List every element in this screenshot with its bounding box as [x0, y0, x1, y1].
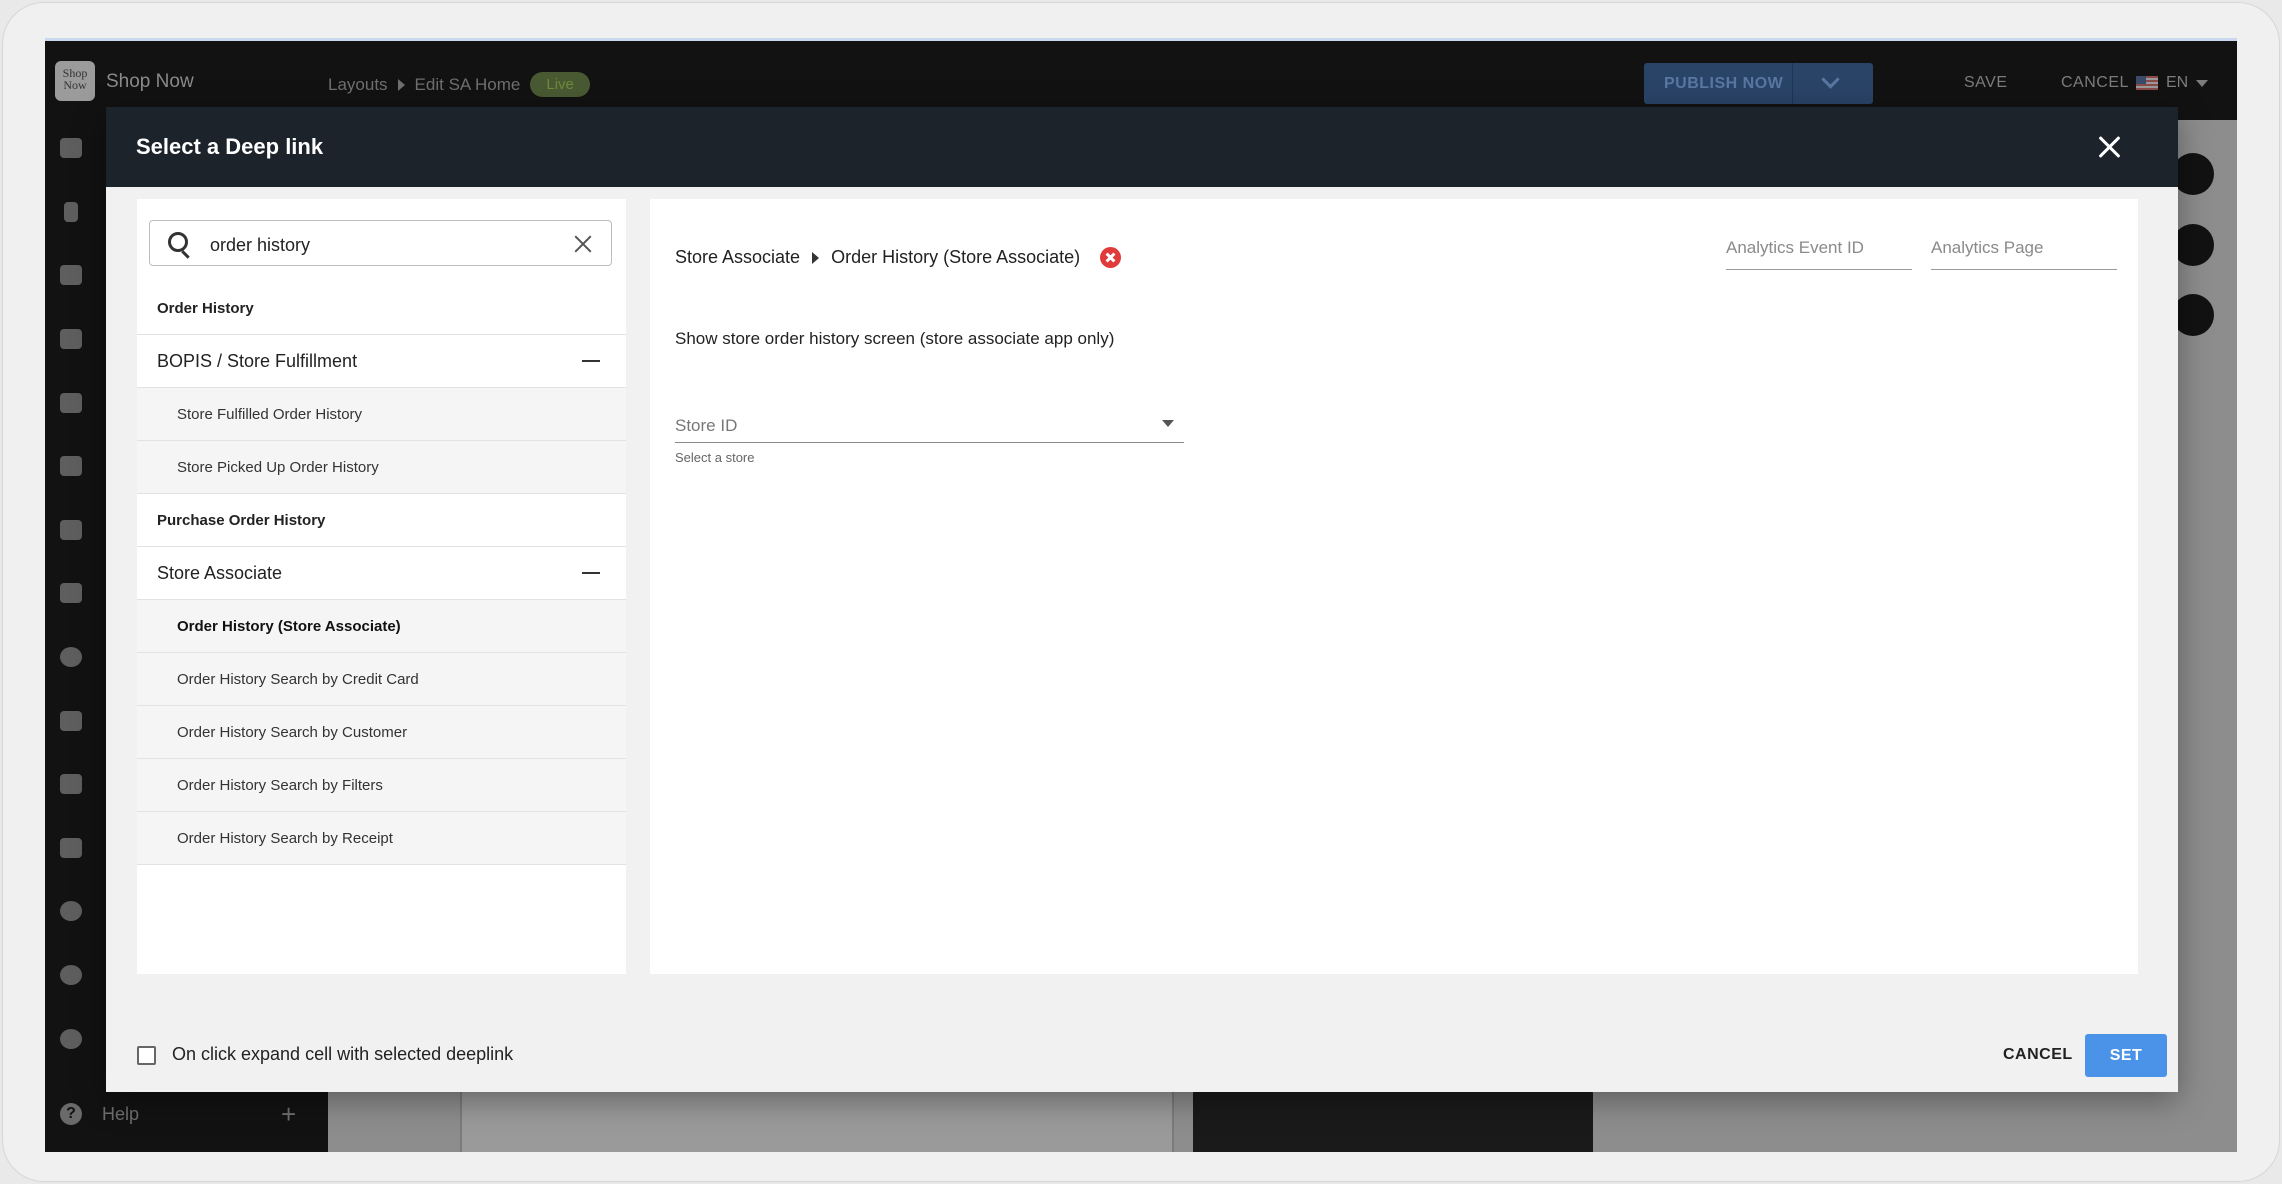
compass-icon[interactable] — [60, 965, 82, 985]
list-item[interactable]: Order History Search by Filters — [137, 759, 626, 812]
list-item-label: Order History Search by Customer — [177, 723, 408, 741]
language-selector[interactable]: EN — [2136, 74, 2209, 92]
help-link[interactable]: ? Help — [60, 1103, 139, 1125]
deep-link-list: Order History BOPIS / Store Fulfillment … — [137, 282, 626, 865]
basket-alt-icon[interactable] — [60, 583, 82, 603]
help-label: Help — [102, 1103, 140, 1124]
collapse-icon[interactable] — [582, 360, 600, 362]
breadcrumb: Layouts Edit SA Home Live — [328, 72, 590, 97]
set-button[interactable]: SET — [2085, 1034, 2167, 1077]
history-icon[interactable] — [60, 901, 82, 921]
grid-icon[interactable] — [60, 265, 82, 285]
deep-link-detail-panel: Store Associate Order History (Store Ass… — [650, 199, 2138, 974]
analytics-page-field[interactable]: Analytics Page — [1931, 233, 2117, 270]
dialog-title: Select a Deep link — [136, 134, 324, 159]
language-label: EN — [2166, 74, 2189, 91]
add-icon[interactable]: + — [281, 1101, 296, 1127]
help-icon: ? — [60, 1103, 82, 1125]
search-input[interactable] — [208, 234, 542, 257]
list-item[interactable]: Store Fulfilled Order History — [137, 388, 626, 441]
account-fab-icon[interactable] — [2172, 294, 2214, 336]
clear-search-icon[interactable] — [573, 234, 593, 254]
close-icon[interactable] — [2096, 133, 2124, 161]
cancel-button[interactable]: CANCEL — [2061, 74, 2129, 92]
analytics-event-id-placeholder: Analytics Event ID — [1726, 238, 1864, 257]
list-item-label: Order History (Store Associate) — [177, 617, 401, 635]
list-item-label: Order History — [157, 299, 254, 317]
store-id-helper-text: Select a store — [675, 450, 755, 465]
background-card — [460, 1088, 1174, 1152]
remove-selection-icon[interactable] — [1100, 247, 1122, 268]
dialog-cancel-button[interactable]: CANCEL — [2003, 1046, 2073, 1064]
desktop-icon[interactable] — [60, 138, 82, 158]
app-name: Shop Now — [106, 71, 194, 92]
deep-link-description: Show store order history screen (store a… — [675, 329, 1115, 348]
deep-link-dialog: Select a Deep link Order History BOPIS /… — [106, 107, 2178, 1092]
chevron-right-icon — [397, 78, 405, 91]
list-item-selected[interactable]: Order History (Store Associate) — [137, 600, 626, 653]
store-icon[interactable] — [60, 329, 82, 349]
background-dark-card — [1193, 1088, 1593, 1152]
caret-down-icon — [2196, 79, 2209, 87]
list-item[interactable]: Purchase Order History — [137, 494, 626, 547]
selected-breadcrumb: Store Associate Order History (Store Ass… — [675, 247, 1122, 268]
info-fab-icon[interactable] — [2172, 224, 2214, 266]
list-item[interactable]: Store Picked Up Order History — [137, 441, 626, 494]
dialog-header: Select a Deep link — [106, 107, 2178, 187]
list-item[interactable]: Order History Search by Receipt — [137, 812, 626, 865]
list-item[interactable]: Order History Search by Credit Card — [137, 653, 626, 706]
breadcrumb-layouts[interactable]: Layouts — [328, 75, 388, 95]
publish-now-button[interactable]: PUBLISH NOW — [1644, 63, 1873, 104]
store-id-select[interactable]: Store ID — [675, 406, 1184, 443]
publish-divider — [1792, 63, 1793, 104]
list-item-label: Purchase Order History — [157, 511, 326, 529]
search-icon — [168, 232, 188, 252]
list-item-label: Order History Search by Receipt — [177, 829, 393, 847]
list-group[interactable]: BOPIS / Store Fulfillment — [137, 335, 626, 388]
list-group-label: Store Associate — [157, 562, 283, 583]
status-badge: Live — [530, 72, 590, 97]
feed-icon[interactable] — [60, 520, 82, 540]
chart-icon[interactable] — [60, 711, 82, 731]
list-item-label: Store Fulfilled Order History — [177, 405, 363, 423]
collapse-icon[interactable] — [582, 572, 600, 574]
us-flag-icon — [2136, 76, 2158, 90]
publish-now-label: PUBLISH NOW — [1664, 75, 1784, 92]
expand-cell-label: On click expand cell with selected deepl… — [172, 1044, 514, 1064]
list-group[interactable]: Store Associate — [137, 547, 626, 600]
analytics-page-placeholder: Analytics Page — [1931, 238, 2044, 257]
mobile-icon[interactable] — [64, 202, 78, 222]
list-item[interactable]: Order History — [137, 282, 626, 335]
expand-cell-checkbox[interactable] — [137, 1046, 156, 1065]
breadcrumb-edit-sa-home: Edit SA Home — [414, 74, 521, 94]
list-group-label: BOPIS / Store Fulfillment — [157, 350, 358, 371]
basket-icon[interactable] — [60, 456, 82, 476]
breadcrumb-current: Order History (Store Associate) — [831, 247, 1081, 267]
list-item-label: Order History Search by Filters — [177, 776, 383, 794]
badge-icon[interactable] — [60, 647, 82, 667]
truck-icon[interactable] — [60, 393, 82, 413]
app-logo[interactable]: Shop Now — [55, 61, 95, 101]
search-field[interactable] — [149, 220, 612, 266]
chevron-down-icon[interactable] — [1821, 70, 1840, 89]
save-button[interactable]: SAVE — [1964, 74, 2008, 92]
list-item-label: Store Picked Up Order History — [177, 458, 379, 476]
list-item[interactable]: Order History Search by Customer — [137, 706, 626, 759]
gear-icon[interactable] — [60, 1029, 82, 1049]
dropdown-arrow-icon — [1162, 420, 1174, 427]
bell-icon[interactable] — [60, 774, 82, 794]
breadcrumb-parent: Store Associate — [675, 247, 801, 267]
search-fab-icon[interactable] — [2172, 153, 2214, 195]
analytics-event-id-field[interactable]: Analytics Event ID — [1726, 233, 1912, 270]
store-id-placeholder: Store ID — [675, 416, 738, 435]
check-icon[interactable] — [60, 838, 82, 858]
deep-link-list-panel: Order History BOPIS / Store Fulfillment … — [137, 199, 626, 974]
chevron-right-icon — [812, 251, 820, 264]
list-item-label: Order History Search by Credit Card — [177, 670, 419, 688]
